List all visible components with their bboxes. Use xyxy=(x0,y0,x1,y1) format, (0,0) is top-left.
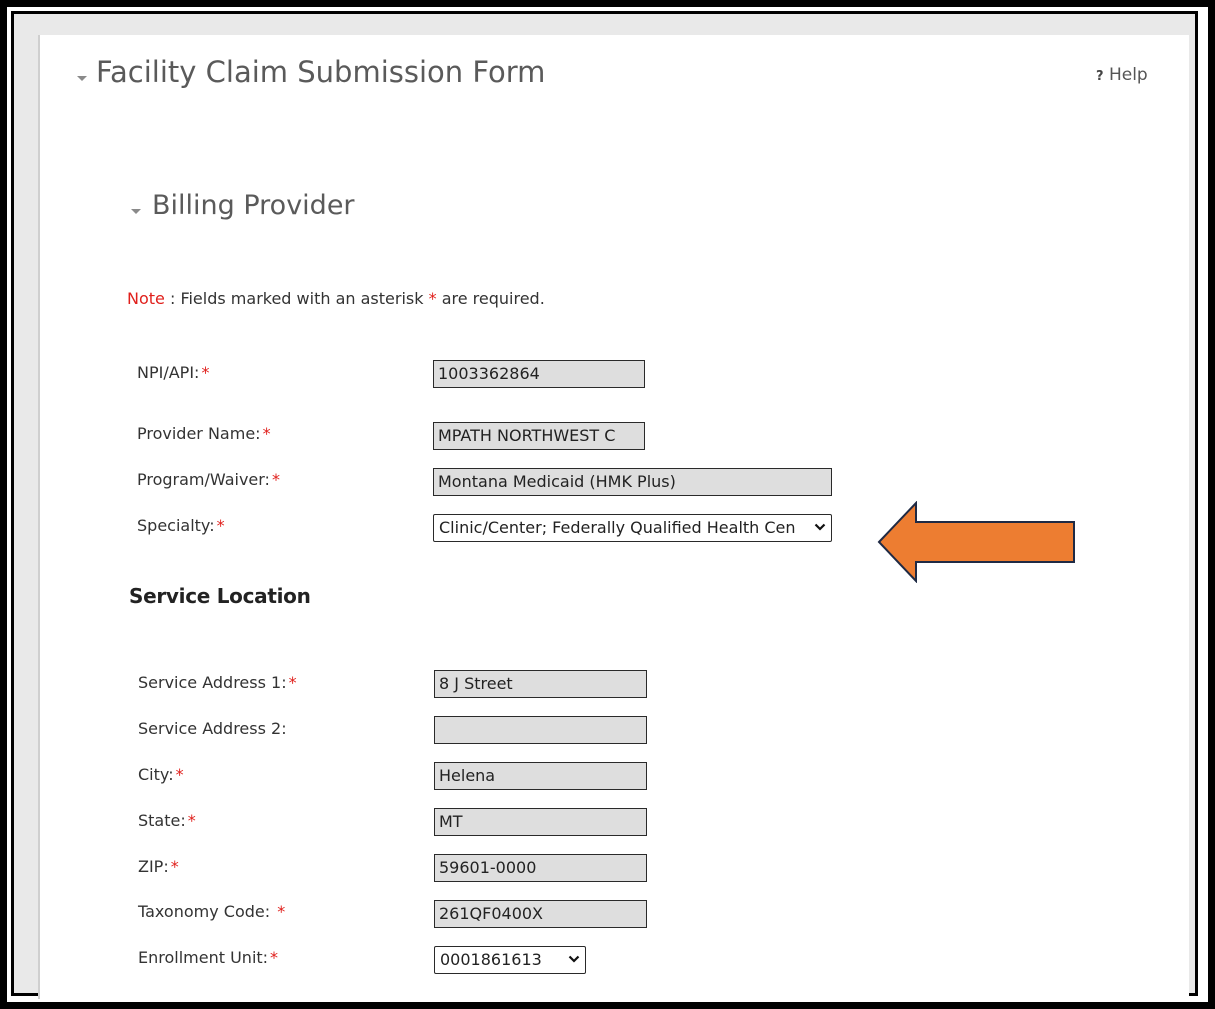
state-label-text: State: xyxy=(138,811,186,830)
program-waiver-label-text: Program/Waiver: xyxy=(137,470,270,489)
npi-label: NPI/API: * xyxy=(137,363,209,382)
required-asterisk: * xyxy=(175,765,184,784)
provider-name-label: Provider Name: * xyxy=(137,424,271,443)
city-label-text: City: xyxy=(138,765,174,784)
billing-provider-title: Billing Provider xyxy=(152,190,355,221)
form-panel: Facility Claim Submission Form ? Help Bi… xyxy=(38,35,1189,999)
address1-field[interactable]: 8 J Street xyxy=(434,670,647,698)
program-waiver-label: Program/Waiver: * xyxy=(137,470,280,489)
taxonomy-code-field[interactable]: 261QF0400X xyxy=(434,900,647,928)
city-label: City: * xyxy=(138,765,184,784)
required-asterisk: * xyxy=(170,857,179,876)
specialty-label: Specialty: * xyxy=(137,516,225,535)
chevron-down-icon xyxy=(568,955,580,963)
enrollment-unit-label-text: Enrollment Unit: xyxy=(138,948,269,967)
address2-field[interactable] xyxy=(434,716,647,744)
specialty-label-text: Specialty: xyxy=(137,516,215,535)
zip-label-text: ZIP: xyxy=(138,857,169,876)
arrow-shape xyxy=(879,503,1074,581)
required-asterisk: * xyxy=(187,811,196,830)
required-note: Note : Fields marked with an asterisk * … xyxy=(127,289,545,308)
help-icon: ? xyxy=(1096,69,1104,84)
chevron-down-icon xyxy=(814,523,826,531)
npi-field[interactable]: 1003362864 xyxy=(433,360,645,388)
address1-label: Service Address 1: * xyxy=(138,673,297,692)
enrollment-unit-selected-value: 0001861613 xyxy=(440,950,542,969)
service-location-title: Service Location xyxy=(129,584,311,608)
required-asterisk: * xyxy=(270,948,279,967)
state-label: State: * xyxy=(138,811,196,830)
provider-name-field[interactable]: MPATH NORTHWEST C xyxy=(433,422,645,450)
window-frame: Facility Claim Submission Form ? Help Bi… xyxy=(11,11,1198,999)
provider-name-label-text: Provider Name: xyxy=(137,424,261,443)
address1-label-text: Service Address 1: xyxy=(138,673,287,692)
required-asterisk: * xyxy=(288,673,297,692)
required-asterisk: * xyxy=(271,470,280,489)
city-field[interactable]: Helena xyxy=(434,762,647,790)
form-title: Facility Claim Submission Form xyxy=(96,55,546,89)
enrollment-unit-label: Enrollment Unit: * xyxy=(138,948,278,967)
state-field[interactable]: MT xyxy=(434,808,647,836)
form-collapse-toggle[interactable] xyxy=(76,68,88,87)
note-suffix: are required. xyxy=(441,289,545,308)
taxonomy-label: Taxonomy Code: * xyxy=(138,902,285,921)
note-asterisk: * xyxy=(428,289,437,308)
note-text: : Fields marked with an asterisk xyxy=(169,289,424,308)
enrollment-unit-select[interactable]: 0001861613 xyxy=(434,946,586,974)
caret-down-icon xyxy=(77,76,87,81)
specialty-select[interactable]: Clinic/Center; Federally Qualified Healt… xyxy=(433,514,832,542)
required-asterisk: * xyxy=(262,424,271,443)
help-label: Help xyxy=(1108,65,1148,85)
program-waiver-field[interactable]: Montana Medicaid (HMK Plus) xyxy=(433,468,832,496)
npi-label-text: NPI/API: xyxy=(137,363,200,382)
required-asterisk: * xyxy=(216,516,225,535)
billing-collapse-toggle[interactable] xyxy=(130,201,142,220)
specialty-selected-value: Clinic/Center; Federally Qualified Healt… xyxy=(439,518,796,537)
taxonomy-label-text: Taxonomy Code: xyxy=(138,902,276,921)
annotation-arrow-icon xyxy=(877,501,1075,583)
address2-label: Service Address 2: xyxy=(138,719,287,738)
zip-label: ZIP: * xyxy=(138,857,179,876)
note-prefix: Note xyxy=(127,289,165,308)
required-asterisk: * xyxy=(277,902,286,921)
help-link[interactable]: ? Help xyxy=(1096,65,1148,85)
caret-down-icon xyxy=(131,209,141,214)
required-asterisk: * xyxy=(201,363,210,382)
zip-field[interactable]: 59601-0000 xyxy=(434,854,647,882)
